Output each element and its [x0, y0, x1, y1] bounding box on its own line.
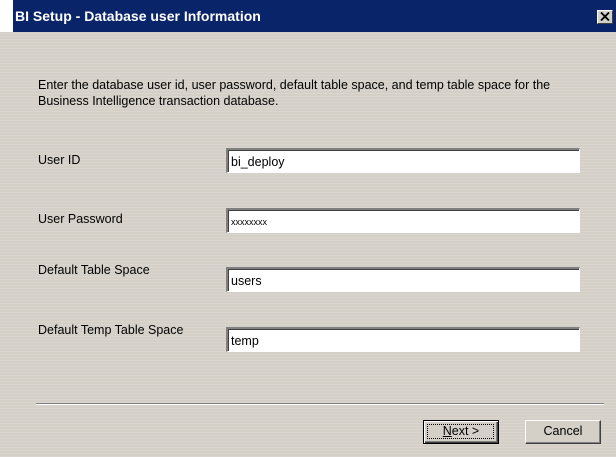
instructions-text: Enter the database user id, user passwor… — [38, 78, 551, 108]
setup-dialog: BI Setup - Database user Information Ent… — [0, 0, 616, 457]
title-bar-edge — [0, 0, 13, 32]
default-table-space-label: Default Table Space — [38, 263, 150, 277]
default-temp-table-space-label: Default Temp Table Space — [38, 323, 184, 337]
cancel-button-label: Cancel — [543, 424, 583, 438]
default-table-space-input[interactable] — [226, 267, 580, 292]
window-title: BI Setup - Database user Information — [15, 8, 261, 24]
next-button[interactable]: Next > — [423, 420, 499, 444]
default-temp-table-space-input[interactable] — [226, 327, 580, 352]
cancel-button[interactable]: Cancel — [525, 420, 601, 444]
title-bar: BI Setup - Database user Information — [0, 0, 616, 32]
footer-separator — [36, 403, 604, 405]
next-label-rest: ext > — [451, 424, 480, 438]
user-id-input[interactable] — [226, 148, 580, 173]
close-icon — [600, 12, 610, 21]
user-id-label: User ID — [38, 153, 81, 167]
next-button-label: Next > — [443, 424, 479, 438]
user-password-label: User Password — [38, 212, 123, 226]
close-button[interactable] — [597, 10, 613, 24]
next-mnemonic: N — [442, 424, 452, 438]
user-password-input[interactable] — [226, 208, 580, 233]
